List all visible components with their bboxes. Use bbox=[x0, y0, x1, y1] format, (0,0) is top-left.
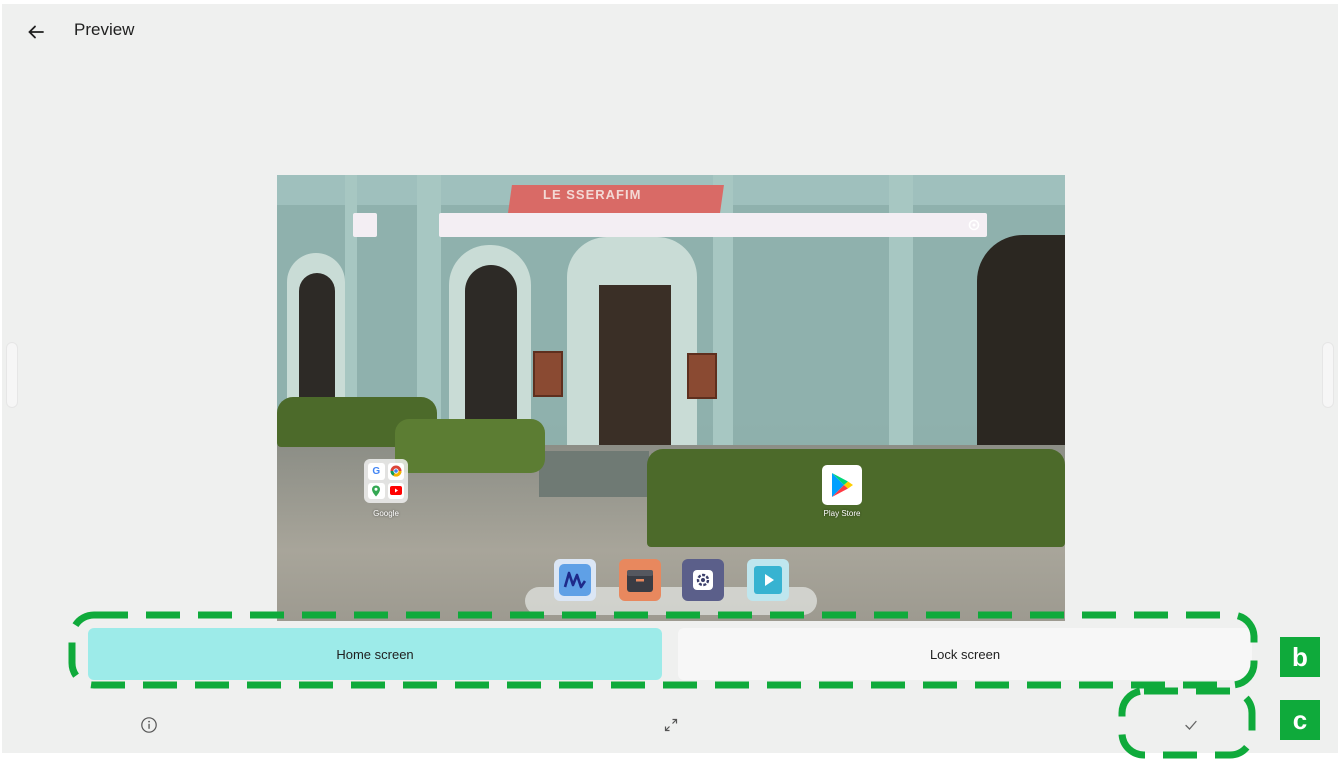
google-app-icon: G bbox=[368, 463, 385, 480]
settings-app-icon bbox=[682, 559, 724, 601]
arrow-left-icon bbox=[28, 25, 44, 39]
entrance-steps bbox=[539, 451, 649, 497]
top-app-bar: Preview bbox=[2, 4, 1338, 60]
play-store-app-icon bbox=[822, 465, 862, 505]
annotation-badge-c: c bbox=[1280, 700, 1320, 740]
notice-board bbox=[533, 351, 563, 397]
player-app-icon bbox=[747, 559, 789, 601]
annotation-c-outline bbox=[1118, 687, 1256, 759]
youtube-app-icon bbox=[387, 482, 404, 499]
previous-page-handle[interactable] bbox=[6, 342, 18, 408]
whiteboard-app-icon bbox=[554, 559, 596, 601]
page-title: Preview bbox=[74, 20, 135, 39]
awning-text: LE SSERAFIM bbox=[543, 187, 642, 202]
home-widget bbox=[353, 213, 377, 237]
search-bar bbox=[439, 213, 987, 237]
expand-preview-button[interactable] bbox=[656, 710, 686, 740]
app-label: Play Store bbox=[823, 509, 861, 518]
info-button[interactable] bbox=[134, 710, 164, 740]
gear-icon bbox=[968, 219, 980, 231]
back-button[interactable] bbox=[20, 16, 52, 48]
annotation-badge-b: b bbox=[1280, 637, 1320, 677]
app-label: Google bbox=[373, 509, 399, 518]
annotation-b-outline bbox=[68, 611, 1258, 689]
info-icon bbox=[141, 717, 157, 733]
chrome-app-icon bbox=[387, 463, 404, 480]
notice-board bbox=[687, 353, 717, 399]
entrance-door bbox=[599, 285, 671, 465]
hedge bbox=[395, 419, 545, 473]
expand-icon bbox=[664, 718, 678, 732]
wallpaper-preview-image: LE SSERAFIM G Google Play Store bbox=[277, 175, 1065, 621]
maps-app-icon bbox=[368, 482, 385, 499]
google-folder: G bbox=[364, 459, 408, 503]
files-app-icon bbox=[619, 559, 661, 601]
next-page-handle[interactable] bbox=[1322, 342, 1334, 408]
